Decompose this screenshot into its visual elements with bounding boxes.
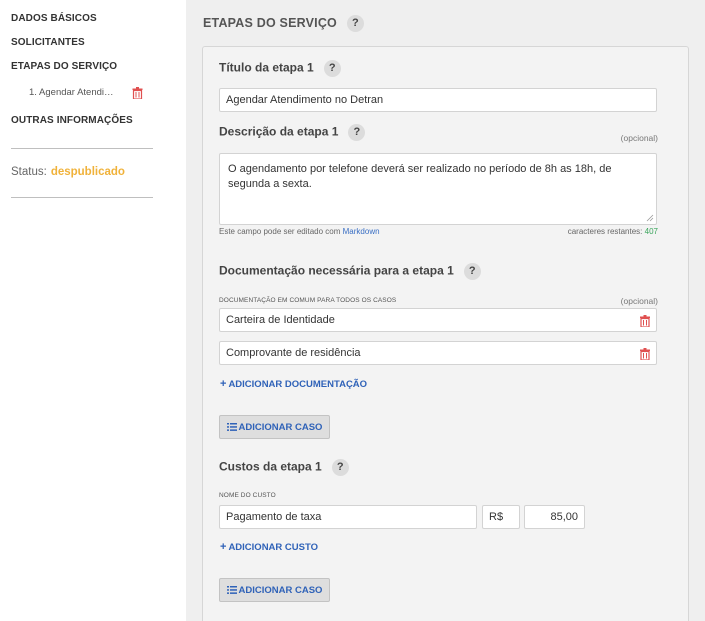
- documentation-item-2-text: Comprovante de residência: [226, 347, 361, 359]
- documentation-item-1[interactable]: Carteira de Identidade: [219, 308, 657, 332]
- list-icon: [226, 423, 237, 431]
- trash-icon[interactable]: [640, 315, 650, 327]
- add-cost-label: ADICIONAR CUSTO: [228, 541, 318, 553]
- char-counter-value: 407: [644, 227, 658, 236]
- add-case-label: ADICIONAR CASO: [238, 421, 323, 433]
- divider: [11, 148, 153, 149]
- char-counter-label: caracteres restantes:: [567, 227, 643, 236]
- optional-label: (opcional): [620, 296, 658, 306]
- add-documentation-link[interactable]: + ADICIONAR DOCUMENTAÇÃO: [220, 378, 367, 390]
- step-description-heading: Descrição da etapa 1?: [219, 124, 366, 141]
- page-title: ETAPAS DO SERVIÇO?: [203, 15, 364, 32]
- list-icon: [226, 586, 237, 594]
- trash-icon[interactable]: [132, 87, 143, 99]
- add-documentation-label: ADICIONAR DOCUMENTAÇÃO: [228, 378, 368, 390]
- help-icon[interactable]: ?: [348, 124, 366, 141]
- cost-name-input[interactable]: Pagamento de taxa: [219, 505, 477, 529]
- divider: [11, 197, 153, 198]
- help-icon[interactable]: ?: [463, 263, 481, 280]
- documentation-item-2[interactable]: Comprovante de residência: [219, 341, 657, 365]
- step-title-label: Título da etapa 1: [219, 60, 314, 75]
- help-icon[interactable]: ?: [331, 459, 349, 476]
- plus-icon: +: [220, 378, 227, 390]
- add-cost-link[interactable]: + ADICIONAR CUSTO: [220, 541, 318, 553]
- documentation-common-caption: DOCUMENTAÇÃO EM COMUM PARA TODOS OS CASO…: [219, 297, 397, 304]
- step-title-input[interactable]: Agendar Atendimento no Detran: [219, 88, 657, 112]
- sidebar-item-dados-basicos[interactable]: DADOS BÁSICOS: [11, 13, 97, 24]
- sidebar: DADOS BÁSICOS SOLICITANTES ETAPAS DO SER…: [0, 0, 186, 621]
- main-panel: ETAPAS DO SERVIÇO? Título da etapa 1? Ag…: [186, 0, 705, 621]
- status-label: Status:: [11, 166, 47, 178]
- currency-field[interactable]: R$: [482, 505, 520, 529]
- optional-label: (opcional): [620, 133, 658, 143]
- markdown-hint-text: Este campo pode ser editado com: [219, 227, 341, 236]
- help-icon[interactable]: ?: [323, 60, 341, 77]
- sidebar-subitem-etapa-1[interactable]: 1. Agendar Atendimento no Detran: [29, 87, 117, 98]
- resize-grip-icon[interactable]: [646, 214, 654, 222]
- status-row: Status: despublicado: [11, 166, 125, 178]
- markdown-link[interactable]: Markdown: [343, 227, 380, 236]
- plus-icon: +: [220, 541, 227, 553]
- documentation-item-1-text: Carteira de Identidade: [226, 314, 335, 326]
- page-title-text: ETAPAS DO SERVIÇO: [203, 15, 337, 30]
- step-description-label: Descrição da etapa 1: [219, 124, 339, 139]
- markdown-hint: Este campo pode ser editado com Markdown: [219, 227, 380, 236]
- char-counter: caracteres restantes: 407: [568, 227, 658, 236]
- sidebar-item-etapas-do-servico[interactable]: ETAPAS DO SERVIÇO: [11, 61, 117, 72]
- add-case-button[interactable]: ADICIONAR CASO: [219, 415, 330, 439]
- costs-heading: Custos da etapa 1?: [219, 459, 349, 476]
- costs-label: Custos da etapa 1: [219, 459, 322, 474]
- step-description-text: O agendamento por telefone deverá ser re…: [228, 163, 612, 190]
- trash-icon[interactable]: [640, 348, 650, 360]
- sidebar-item-solicitantes[interactable]: SOLICITANTES: [11, 37, 85, 48]
- status-badge: despublicado: [50, 166, 125, 178]
- step-card: Título da etapa 1? Agendar Atendimento n…: [202, 46, 689, 621]
- documentation-label: Documentação necessária para a etapa 1: [219, 263, 454, 278]
- step-description-textarea[interactable]: O agendamento por telefone deverá ser re…: [219, 153, 657, 225]
- add-case-button[interactable]: ADICIONAR CASO: [219, 578, 330, 602]
- documentation-heading: Documentação necessária para a etapa 1?: [219, 263, 481, 280]
- add-case-label: ADICIONAR CASO: [238, 584, 323, 596]
- cost-amount-input[interactable]: 85,00: [524, 505, 585, 529]
- step-title-heading: Título da etapa 1?: [219, 60, 341, 77]
- help-icon[interactable]: ?: [346, 15, 364, 32]
- sidebar-item-outras-informacoes[interactable]: OUTRAS INFORMAÇÕES: [11, 115, 133, 126]
- cost-name-caption: NOME DO CUSTO: [219, 492, 276, 499]
